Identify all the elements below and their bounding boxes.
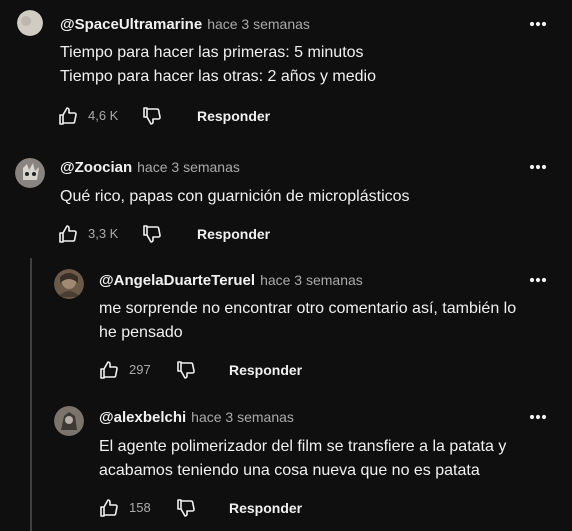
like-count: 297 (129, 362, 151, 377)
thumbs-up-icon (59, 107, 77, 125)
comment-text-line: Tiempo para hacer las otras: 2 años y me… (60, 68, 377, 85)
more-options-button[interactable] (526, 405, 550, 429)
like-count: 4,6 K (88, 108, 119, 123)
comment-header: @Zoocian hace 3 semanas (60, 157, 240, 178)
comment-timestamp[interactable]: hace 3 semanas (191, 409, 294, 425)
comment-text: Tiempo para hacer las primeras: 5 minuto… (60, 41, 376, 89)
thumbs-down-icon (143, 225, 161, 243)
avatar[interactable] (54, 269, 84, 299)
dislike-button[interactable] (174, 358, 198, 382)
comment-header: @SpaceUltramarine hace 3 semanas (60, 14, 310, 35)
thumbs-down-icon (177, 499, 195, 517)
reply-button[interactable]: Responder (229, 360, 302, 380)
comment-thread: @SpaceUltramarine hace 3 semanas Tiempo p… (0, 0, 572, 140)
comment-actions: 297 Responder (97, 358, 397, 382)
comment-text-line: Qué rico, papas con guarnición de microp… (60, 188, 410, 205)
author-name[interactable]: @SpaceUltramarine (60, 16, 202, 33)
more-vertical-icon (529, 414, 547, 420)
comment-actions: 4,6 K Responder (56, 104, 356, 128)
thumbs-down-icon (143, 107, 161, 125)
comment-header: @AngelaDuarteTeruel hace 3 semanas (99, 270, 363, 291)
comment-text: El agente polimerizador del film se tran… (99, 435, 506, 483)
reply-button[interactable]: Responder (197, 224, 270, 244)
comment-header: @alexbelchi hace 3 semanas (99, 407, 294, 428)
comment-actions: 158 Responder (97, 496, 397, 520)
avatar[interactable] (17, 10, 43, 36)
comment-timestamp[interactable]: hace 3 semanas (137, 159, 240, 175)
thumbs-down-icon (177, 361, 195, 379)
avatar[interactable] (54, 406, 84, 436)
comment-text-line: El agente polimerizador del film se tran… (99, 438, 507, 455)
more-vertical-icon (529, 277, 547, 283)
more-options-button[interactable] (526, 268, 550, 292)
like-count: 158 (129, 500, 151, 515)
author-name[interactable]: @AngelaDuarteTeruel (99, 272, 255, 289)
reply-button[interactable]: Responder (229, 498, 302, 518)
like-count: 3,3 K (88, 226, 119, 241)
thumbs-up-icon (100, 361, 118, 379)
author-name[interactable]: @alexbelchi (99, 409, 186, 426)
more-options-button[interactable] (526, 155, 550, 179)
thumbs-up-icon (59, 225, 77, 243)
like-button[interactable] (97, 358, 121, 382)
comment-text: Qué rico, papas con guarnición de microp… (60, 185, 410, 209)
dislike-button[interactable] (140, 222, 164, 246)
like-button[interactable] (56, 222, 80, 246)
dislike-button[interactable] (174, 496, 198, 520)
more-vertical-icon (529, 164, 547, 170)
comment-text-line: acabamos teniendo una cosa nueva que no … (99, 462, 480, 479)
comment-text-line: Tiempo para hacer las primeras: 5 minuto… (60, 44, 364, 61)
like-button[interactable] (56, 104, 80, 128)
more-vertical-icon (529, 21, 547, 27)
thumbs-up-icon (100, 499, 118, 517)
like-button[interactable] (97, 496, 121, 520)
reply-comment: @alexbelchi hace 3 semanas El agente poli… (0, 398, 572, 531)
avatar[interactable] (15, 158, 45, 188)
reply-button[interactable]: Responder (197, 106, 270, 126)
comment-text-line: me sorprende no encontrar otro comentari… (99, 300, 517, 317)
author-name[interactable]: @Zoocian (60, 159, 132, 176)
comment-actions: 3,3 K Responder (56, 222, 356, 246)
comment-text: me sorprende no encontrar otro comentari… (99, 297, 516, 345)
dislike-button[interactable] (140, 104, 164, 128)
more-options-button[interactable] (526, 12, 550, 36)
comment-thread: @Zoocian hace 3 semanas Qué rico, papas c… (0, 150, 572, 260)
reply-comment: @AngelaDuarteTeruel hace 3 semanas me sor… (0, 262, 572, 392)
comment-timestamp[interactable]: hace 3 semanas (260, 272, 363, 288)
comment-timestamp[interactable]: hace 3 semanas (207, 16, 310, 32)
comment-text-line: he pensado (99, 324, 183, 341)
